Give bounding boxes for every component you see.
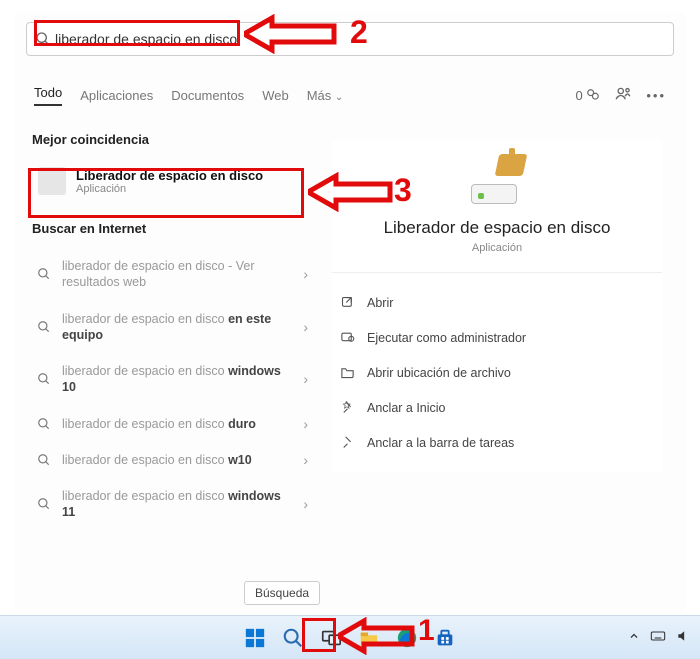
action-pin-taskbar[interactable]: Anclar a la barra de tareas bbox=[336, 425, 658, 460]
search-tabs: Todo Aplicaciones Documentos Web Más ⌄ 0… bbox=[34, 80, 666, 110]
web-result-text: liberador de espacio en disco duro bbox=[62, 416, 297, 432]
best-match-subtitle: Aplicación bbox=[76, 183, 263, 195]
chevron-right-icon: › bbox=[303, 319, 308, 335]
tray-keyboard-icon[interactable] bbox=[650, 629, 666, 646]
web-result-item[interactable]: liberador de espacio en disco - Ver resu… bbox=[32, 248, 314, 301]
action-run-admin[interactable]: Ejecutar como administrador bbox=[336, 320, 658, 355]
search-icon bbox=[34, 320, 54, 334]
preview-subtitle: Aplicación bbox=[332, 242, 662, 254]
preview-title: Liberador de espacio en disco bbox=[332, 218, 662, 238]
tab-documents[interactable]: Documentos bbox=[171, 88, 244, 103]
action-open-location[interactable]: Abrir ubicación de archivo bbox=[336, 355, 658, 390]
tab-all[interactable]: Todo bbox=[34, 85, 62, 106]
action-pin-taskbar-label: Anclar a la barra de tareas bbox=[367, 436, 514, 450]
search-icon bbox=[34, 497, 54, 511]
chevron-right-icon: › bbox=[303, 416, 308, 432]
web-result-text: liberador de espacio en disco - Ver resu… bbox=[62, 258, 297, 291]
web-results-header: Buscar en Internet bbox=[32, 221, 314, 236]
tab-more[interactable]: Más ⌄ bbox=[307, 88, 344, 103]
search-icon bbox=[35, 31, 51, 47]
best-match-title: Liberador de espacio en disco bbox=[76, 168, 263, 183]
store-button[interactable] bbox=[432, 625, 458, 651]
account-icon[interactable] bbox=[614, 85, 632, 106]
chevron-right-icon: › bbox=[303, 266, 308, 282]
folder-icon bbox=[340, 365, 355, 380]
results-left-column: Mejor coincidencia Liberador de espacio … bbox=[14, 122, 314, 591]
task-view-button[interactable] bbox=[318, 625, 344, 651]
chevron-right-icon: › bbox=[303, 452, 308, 468]
search-icon bbox=[34, 417, 54, 431]
pin-icon bbox=[340, 435, 355, 450]
edge-button[interactable] bbox=[394, 625, 420, 651]
web-result-item[interactable]: liberador de espacio en disco w10 › bbox=[32, 442, 314, 478]
web-result-text: liberador de espacio en disco windows 10 bbox=[62, 363, 297, 396]
action-open-location-label: Abrir ubicación de archivo bbox=[367, 366, 511, 380]
tray-volume-icon[interactable] bbox=[676, 629, 690, 646]
action-open[interactable]: Abrir bbox=[336, 285, 658, 320]
action-open-label: Abrir bbox=[367, 296, 393, 310]
best-match-header: Mejor coincidencia bbox=[32, 132, 314, 147]
action-pin-start-label: Anclar a Inicio bbox=[367, 401, 446, 415]
search-icon bbox=[34, 453, 54, 467]
search-icon bbox=[34, 372, 54, 386]
chevron-right-icon: › bbox=[303, 496, 308, 512]
tab-web[interactable]: Web bbox=[262, 88, 289, 103]
app-thumb-icon bbox=[38, 167, 66, 195]
preview-actions: Abrir Ejecutar como administrador Abrir … bbox=[332, 273, 662, 472]
rewards-points[interactable]: 0 bbox=[575, 88, 600, 103]
disk-cleanup-icon bbox=[465, 154, 529, 204]
search-input[interactable] bbox=[51, 29, 665, 49]
web-result-text: liberador de espacio en disco windows 11 bbox=[62, 488, 297, 521]
search-icon bbox=[34, 267, 54, 281]
file-explorer-button[interactable] bbox=[356, 625, 382, 651]
action-pin-start[interactable]: Anclar a Inicio bbox=[336, 390, 658, 425]
windows-search-panel: Todo Aplicaciones Documentos Web Más ⌄ 0… bbox=[14, 12, 686, 611]
web-result-item[interactable]: liberador de espacio en disco windows 11… bbox=[32, 478, 314, 531]
web-result-item[interactable]: liberador de espacio en disco windows 10… bbox=[32, 353, 314, 406]
tab-apps[interactable]: Aplicaciones bbox=[80, 88, 153, 103]
preview-pane: Liberador de espacio en disco Aplicación… bbox=[314, 122, 686, 591]
tray-chevron-icon[interactable] bbox=[628, 630, 640, 645]
pin-icon bbox=[340, 400, 355, 415]
busqueda-button[interactable]: Búsqueda bbox=[244, 581, 320, 605]
action-run-admin-label: Ejecutar como administrador bbox=[367, 331, 526, 345]
best-match-item[interactable]: Liberador de espacio en disco Aplicación bbox=[32, 159, 314, 203]
open-icon bbox=[340, 295, 355, 310]
taskbar bbox=[0, 615, 700, 659]
taskbar-search-button[interactable] bbox=[280, 625, 306, 651]
web-result-text: liberador de espacio en disco en este eq… bbox=[62, 311, 297, 344]
search-bar[interactable] bbox=[26, 22, 674, 56]
more-options-icon[interactable]: ••• bbox=[646, 88, 666, 103]
start-button[interactable] bbox=[242, 625, 268, 651]
web-result-item[interactable]: liberador de espacio en disco duro › bbox=[32, 406, 314, 442]
chevron-right-icon: › bbox=[303, 371, 308, 387]
shield-icon bbox=[340, 330, 355, 345]
web-result-item[interactable]: liberador de espacio en disco en este eq… bbox=[32, 301, 314, 354]
web-result-text: liberador de espacio en disco w10 bbox=[62, 452, 297, 468]
